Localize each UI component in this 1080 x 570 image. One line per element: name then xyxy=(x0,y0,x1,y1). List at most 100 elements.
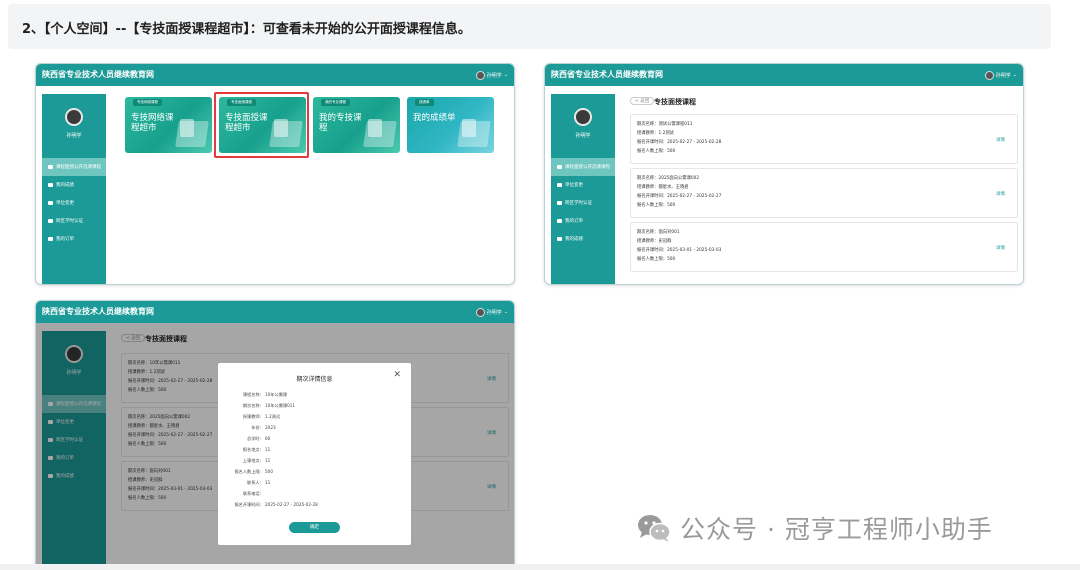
detail-link[interactable]: 详情 xyxy=(996,191,1005,197)
chevron-down-icon: ⌄ xyxy=(503,309,508,315)
tile-tag: 我的专业课程 xyxy=(321,99,350,106)
detail-value: 1.2测试 xyxy=(265,414,281,419)
folder-icon xyxy=(557,183,562,187)
detail-key: 授课教师: xyxy=(242,414,261,419)
course-period-name: 期次名称：面向对001 xyxy=(637,230,680,235)
tile-tag: 成绩单 xyxy=(415,99,434,106)
detail-row: 报名地点: 11 xyxy=(218,447,411,457)
tile-label: 专技网络课程超市 xyxy=(131,113,174,133)
sidebar-item-label: 跨区学时认证 xyxy=(56,219,83,224)
user-menu[interactable]: 孙明学 ⌄ xyxy=(475,68,508,82)
course-card: 期次名称：测试公需课程011 授课教师：1.2测试 报名开课时间：2025-02… xyxy=(630,114,1018,164)
detail-key: 报名人数上限: xyxy=(234,469,261,474)
user-name: 孙明学 xyxy=(486,72,502,79)
sidebar: 孙明学 课程面授公开选课课程 我的成绩 单位变更 跨区学时认证 我的订单 xyxy=(42,94,106,284)
detail-row: 报名人数上限: 500 xyxy=(218,469,411,479)
tile-my-report-card[interactable]: 成绩单 我的成绩单 xyxy=(407,97,494,153)
folder-icon xyxy=(557,237,562,241)
course-card: 期次名称：2025面向公需课002 授课教师：都星水、王晓君 报名开课时间：20… xyxy=(630,168,1018,218)
sidebar-item-label: 课程面授公开选课课程 xyxy=(56,165,101,170)
course-teacher: 授课教师：都星水、王晓君 xyxy=(637,185,689,190)
avatar xyxy=(65,108,83,126)
detail-value: 10年公需课 xyxy=(265,392,288,397)
tile-label: 我的成绩单 xyxy=(413,113,456,123)
sidebar-item-unit-change[interactable]: 单位变更 xyxy=(42,194,106,212)
detail-key: 上课地点: xyxy=(242,458,261,463)
tile-online-course-market[interactable]: 专技网络课程 专技网络课程超市 xyxy=(125,97,212,153)
back-button[interactable]: < 返回 xyxy=(630,97,655,105)
sidebar-item-my-orders[interactable]: 我的订单 xyxy=(551,212,615,230)
sidebar-item-label: 课程面授公开选课课程 xyxy=(565,165,610,170)
folder-icon xyxy=(48,201,53,205)
user-avatar-icon xyxy=(984,70,994,80)
instruction-heading-bar: 2、【个人空间】--【专技面授课程超市】：可查看未开始的公开面授课程信息。 xyxy=(8,4,1051,49)
detail-link[interactable]: 详情 xyxy=(996,137,1005,143)
folder-icon xyxy=(48,219,53,223)
sidebar-item-label: 我的订单 xyxy=(565,219,583,224)
sidebar-item-label: 我的成绩 xyxy=(565,237,583,242)
course-time: 报名开课时间：2025-02-27 - 2025-02-27 xyxy=(637,194,722,199)
folder-icon xyxy=(557,201,562,205)
course-teacher: 授课教师：史冠群 xyxy=(637,239,672,244)
confirm-button[interactable]: 确定 xyxy=(289,522,340,533)
course-period-name: 期次名称：测试公需课程011 xyxy=(637,122,693,127)
detail-link[interactable]: 详情 xyxy=(996,245,1005,251)
sidebar-item-my-grades[interactable]: 我的成绩 xyxy=(551,230,615,248)
detail-row: 年份: 2023 xyxy=(218,425,411,435)
sidebar-item-my-orders[interactable]: 我的订单 xyxy=(42,230,106,248)
course-time: 报名开课时间：2025-03-01 - 2025-03-03 xyxy=(637,248,722,253)
detail-row: 期次名称: 10年公需课011 xyxy=(218,403,411,413)
detail-row: 总学时: 60 xyxy=(218,436,411,446)
sidebar-item-label: 我的订单 xyxy=(56,237,74,242)
course-teacher: 授课教师：1.2测试 xyxy=(637,131,674,136)
detail-key: 联系电话: xyxy=(242,491,261,496)
sidebar: 孙明学 课程面授公开选课课程 单位变更 跨区学时认证 我的订单 我的成绩 xyxy=(551,94,615,284)
course-time: 报名开课时间：2025-02-27 - 2025-02-28 xyxy=(637,140,722,145)
screen-illustration-icon xyxy=(363,121,397,147)
sidebar-item-hours-certification[interactable]: 跨区学时认证 xyxy=(42,212,106,230)
detail-value: 10年公需课011 xyxy=(265,403,296,408)
site-title: 陕西省专业技术人员继续教育网 xyxy=(551,70,663,79)
detail-value: 11 xyxy=(265,480,271,485)
top-nav-bar: 陕西省专业技术人员继续教育网 孙明学 ⌄ xyxy=(36,64,514,86)
detail-value: 60 xyxy=(265,436,271,441)
sidebar-user-name: 孙明学 xyxy=(575,133,591,139)
close-icon[interactable]: ✕ xyxy=(393,370,401,380)
course-capacity: 报名人数上限：500 xyxy=(637,257,676,262)
site-title: 陕西省专业技术人员继续教育网 xyxy=(42,307,154,316)
detail-key: 总学时: xyxy=(247,436,261,441)
sidebar-item-hours-certification[interactable]: 跨区学时认证 xyxy=(551,194,615,212)
course-capacity: 报名人数上限：500 xyxy=(637,149,676,154)
folder-icon xyxy=(48,165,53,169)
sidebar-item-my-grades[interactable]: 我的成绩 xyxy=(42,176,106,194)
user-menu[interactable]: 孙明学 ⌄ xyxy=(984,68,1017,82)
detail-key: 课程名称: xyxy=(242,392,261,397)
top-nav-bar: 陕西省专业技术人员继续教育网 孙明学 ⌄ xyxy=(545,64,1023,86)
modal-title: 期次详情信息 xyxy=(296,376,333,383)
detail-row: 报名开课时间: 2025-02-27 - 2025-02-28 xyxy=(218,502,411,512)
sidebar-item-label: 单位变更 xyxy=(565,183,583,188)
detail-key: 期次名称: xyxy=(242,403,261,408)
sidebar-item-label: 我的成绩 xyxy=(56,183,74,188)
sidebar-item-face-course-selection[interactable]: 课程面授公开选课课程 xyxy=(551,158,615,176)
sidebar-item-unit-change[interactable]: 单位变更 xyxy=(551,176,615,194)
detail-key: 报名地点: xyxy=(242,447,261,452)
detail-value: 500 xyxy=(265,469,273,474)
detail-key: 报名开课时间: xyxy=(234,502,261,507)
page-bottom-strip xyxy=(0,564,1080,570)
detail-row: 联系人: 11 xyxy=(218,480,411,490)
user-avatar-icon xyxy=(475,307,485,317)
screenshot-course-list: 陕西省专业技术人员继续教育网 孙明学 ⌄ 孙明学 课程面授公开选课课程 单位变更… xyxy=(544,63,1024,285)
folder-icon xyxy=(48,237,53,241)
instruction-heading: 2、【个人空间】--【专技面授课程超市】：可查看未开始的公开面授课程信息。 xyxy=(22,22,471,37)
sidebar-item-face-course-selection[interactable]: 课程面授公开选课课程 xyxy=(42,158,106,176)
wechat-icon xyxy=(636,513,672,543)
folder-icon xyxy=(557,165,562,169)
highlight-annotation-box xyxy=(214,92,309,158)
user-avatar-icon xyxy=(475,70,485,80)
detail-value: 2025-02-27 - 2025-02-28 xyxy=(265,502,318,507)
chevron-down-icon: ⌄ xyxy=(1012,72,1017,78)
user-menu[interactable]: 孙明学 ⌄ xyxy=(475,305,508,319)
tile-my-courses[interactable]: 我的专业课程 我的专技课程 xyxy=(313,97,400,153)
screen-illustration-icon xyxy=(457,121,491,147)
